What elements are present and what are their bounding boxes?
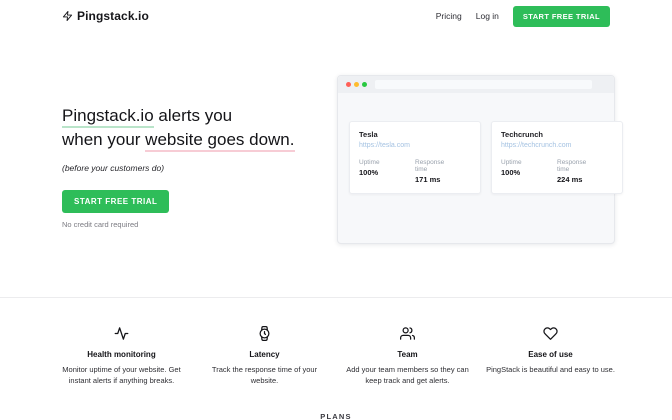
uptime-stat: Uptime 100% bbox=[359, 159, 401, 184]
section-divider bbox=[0, 297, 672, 298]
logo-text: Pingstack.io bbox=[77, 9, 149, 23]
uptime-stat: Uptime 100% bbox=[501, 159, 543, 184]
feature-latency: Latency Track the response time of your … bbox=[199, 326, 330, 386]
feature-title: Latency bbox=[199, 350, 330, 359]
hero-subnote: (before your customers do) bbox=[62, 163, 332, 173]
uptime-value: 100% bbox=[501, 168, 543, 177]
monitor-card-tesla: Tesla https://tesla.com Uptime 100% Resp… bbox=[349, 121, 481, 194]
nav-link-login[interactable]: Log in bbox=[476, 11, 499, 21]
feature-title: Team bbox=[342, 350, 473, 359]
monitor-cards: Tesla https://tesla.com Uptime 100% Resp… bbox=[338, 93, 614, 194]
header-nav: Pricing Log in START FREE TRIAL bbox=[436, 6, 610, 27]
users-icon bbox=[342, 326, 473, 341]
browser-address-bar bbox=[375, 80, 592, 89]
traffic-light-green-icon bbox=[362, 82, 367, 87]
header-start-trial-button[interactable]: START FREE TRIAL bbox=[513, 6, 610, 27]
monitor-url: https://tesla.com bbox=[359, 142, 471, 149]
monitor-url: https://techcrunch.com bbox=[501, 142, 613, 149]
monitor-name: Techcrunch bbox=[501, 130, 613, 139]
feature-title: Ease of use bbox=[485, 350, 616, 359]
response-label: Response time bbox=[415, 159, 457, 173]
hero-heading-text: alerts you bbox=[154, 106, 232, 125]
hero-cta-note: No credit card required bbox=[62, 220, 332, 229]
feature-title: Health monitoring bbox=[56, 350, 187, 359]
response-label: Response time bbox=[557, 159, 599, 173]
traffic-light-red-icon bbox=[346, 82, 351, 87]
feature-description: Track the response time of your website. bbox=[199, 365, 330, 386]
uptime-label: Uptime bbox=[501, 159, 543, 166]
feature-description: Monitor uptime of your website. Get inst… bbox=[56, 365, 187, 386]
response-stat: Response time 171 ms bbox=[415, 159, 457, 184]
response-value: 224 ms bbox=[557, 175, 599, 184]
response-value: 171 ms bbox=[415, 175, 457, 184]
feature-health-monitoring: Health monitoring Monitor uptime of your… bbox=[56, 326, 187, 386]
browser-mockup: Tesla https://tesla.com Uptime 100% Resp… bbox=[337, 75, 615, 244]
feature-team: Team Add your team members so they can k… bbox=[342, 326, 473, 386]
monitor-stats: Uptime 100% Response time 224 ms bbox=[501, 159, 613, 184]
hero-heading-text-2: when your bbox=[62, 130, 145, 149]
hero-heading: Pingstack.io alerts you when your websit… bbox=[62, 104, 332, 152]
uptime-value: 100% bbox=[359, 168, 401, 177]
feature-ease-of-use: Ease of use PingStack is beautiful and e… bbox=[485, 326, 616, 386]
watch-icon bbox=[199, 326, 330, 341]
header: Pingstack.io Pricing Log in START FREE T… bbox=[0, 0, 672, 30]
hero-section: Pingstack.io alerts you when your websit… bbox=[62, 104, 332, 229]
browser-titlebar bbox=[338, 76, 614, 93]
hero-heading-highlight-pink: website goes down. bbox=[145, 130, 294, 152]
heart-icon bbox=[485, 326, 616, 341]
response-stat: Response time 224 ms bbox=[557, 159, 599, 184]
lightning-icon bbox=[62, 10, 73, 22]
feature-description: Add your team members so they can keep t… bbox=[342, 365, 473, 386]
uptime-label: Uptime bbox=[359, 159, 401, 166]
monitor-name: Tesla bbox=[359, 130, 471, 139]
nav-link-pricing[interactable]: Pricing bbox=[436, 11, 462, 21]
feature-description: PingStack is beautiful and easy to use. bbox=[485, 365, 616, 376]
monitor-card-techcrunch: Techcrunch https://techcrunch.com Uptime… bbox=[491, 121, 623, 194]
monitor-stats: Uptime 100% Response time 171 ms bbox=[359, 159, 471, 184]
traffic-light-yellow-icon bbox=[354, 82, 359, 87]
hero-start-trial-button[interactable]: START FREE TRIAL bbox=[62, 190, 169, 213]
hero-heading-highlight-green: Pingstack.io bbox=[62, 106, 154, 128]
pulse-icon bbox=[56, 326, 187, 341]
logo[interactable]: Pingstack.io bbox=[62, 9, 149, 23]
features-section: Health monitoring Monitor uptime of your… bbox=[56, 326, 616, 386]
plans-section-label: PLANS bbox=[0, 412, 672, 420]
